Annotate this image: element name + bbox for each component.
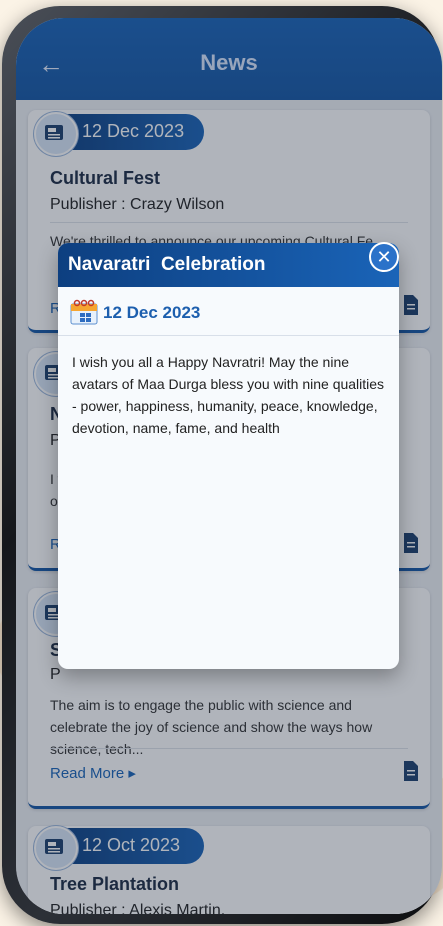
dialog-date: 12 Dec 2023 bbox=[103, 303, 201, 322]
calendar-icon bbox=[70, 299, 98, 330]
dialog-body: I wish you all a Happy Navratri! May the… bbox=[72, 354, 385, 436]
news-detail-dialog: Navaratri Celebration 12 Dec 2023 I wish… bbox=[58, 243, 399, 669]
dialog-title: Navaratri Celebration bbox=[68, 254, 266, 275]
dialog-header: Navaratri Celebration bbox=[58, 243, 399, 287]
close-button[interactable]: ✕ bbox=[369, 242, 399, 272]
dialog-date-row: 12 Dec 2023 bbox=[58, 287, 399, 336]
